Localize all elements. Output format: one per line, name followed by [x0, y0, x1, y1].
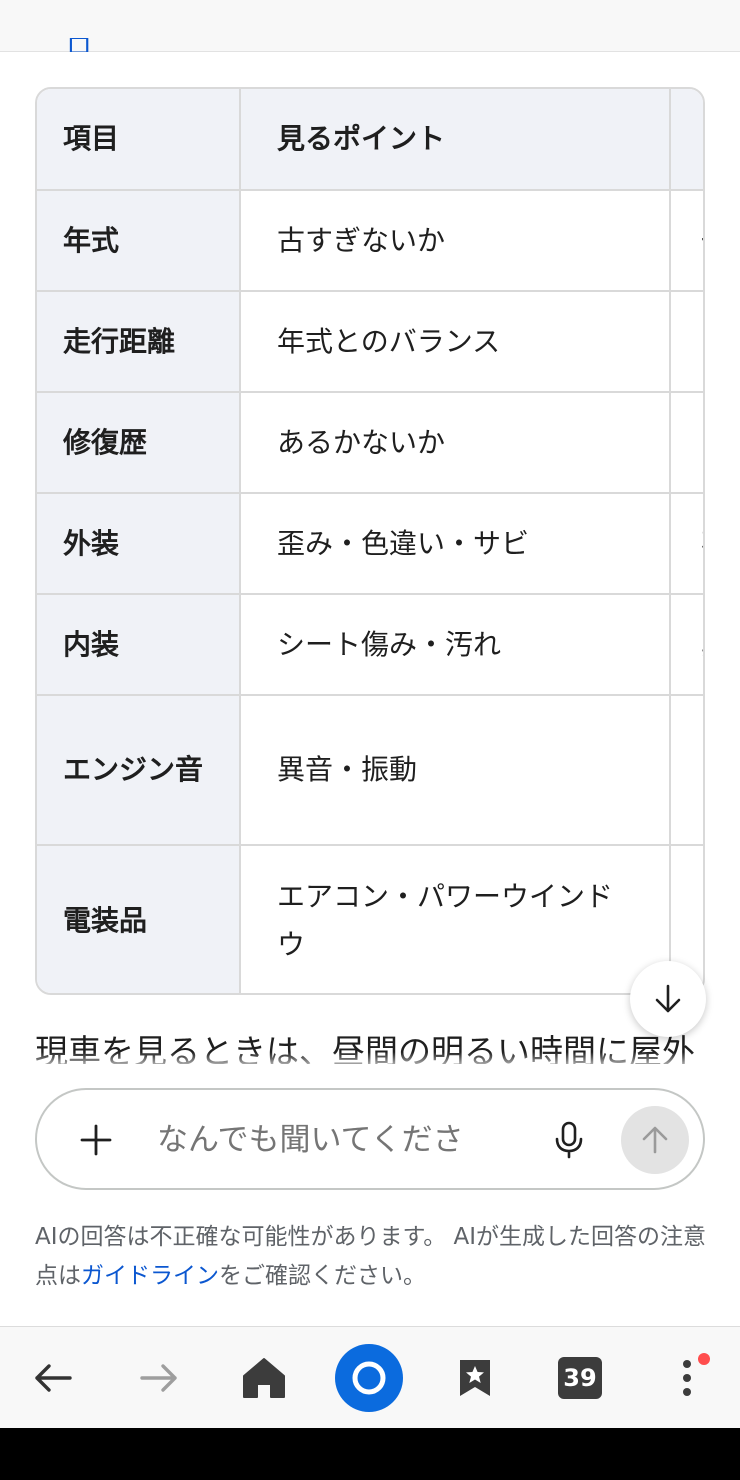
- arrow-up-icon: [642, 1126, 668, 1154]
- tabs-button[interactable]: 39: [546, 1327, 614, 1429]
- checklist-table: 項目 見るポイント 目安 年式 古すぎないか 一般的 走行距離 年式とのバランス…: [37, 89, 703, 993]
- scroll-down-button[interactable]: [630, 961, 706, 1037]
- row-point: エアコン・パワーウインドウ: [240, 845, 671, 993]
- system-navigation-bar: [0, 1428, 740, 1480]
- guideline-link[interactable]: ガイドライン: [81, 1263, 219, 1289]
- table-row: エンジン音 異音・振動 ガタつき: [37, 695, 703, 846]
- assistant-ring-icon: [335, 1344, 403, 1412]
- table-row: 内装 シート傷み・汚れ 異臭: [37, 594, 703, 696]
- ai-assistant-button[interactable]: [334, 1327, 404, 1429]
- header-point: 見るポイント: [240, 89, 671, 191]
- row-guide: ガタつき: [670, 695, 703, 846]
- ai-disclaimer: AIの回答は不正確な可能性があります。 AIが生成した回答の注意点はガイドライン…: [35, 1218, 715, 1296]
- row-label: 内装: [37, 594, 241, 696]
- row-label: 走行距離: [37, 291, 241, 393]
- row-point: シート傷み・汚れ: [240, 594, 671, 696]
- forward-button[interactable]: [126, 1327, 192, 1429]
- table-row: 電装品 エアコン・パワーウインドウ すべて: [37, 845, 703, 993]
- row-label: 外装: [37, 493, 241, 595]
- more-vertical-icon: [683, 1360, 691, 1396]
- row-point: 古すぎないか: [240, 190, 671, 292]
- bookmark-star-icon: [460, 1360, 490, 1396]
- table-row: 年式 古すぎないか 一般的: [37, 190, 703, 292]
- scroll-fade: [0, 1052, 740, 1072]
- plus-icon[interactable]: [79, 1123, 113, 1157]
- send-button[interactable]: [621, 1106, 689, 1174]
- arrow-right-icon: [140, 1364, 177, 1392]
- row-label: エンジン音: [37, 695, 241, 846]
- more-menu-button[interactable]: [664, 1327, 710, 1429]
- disclaimer-text-end: をご確認ください。: [219, 1263, 426, 1289]
- comparison-table[interactable]: 項目 見るポイント 目安 年式 古すぎないか 一般的 走行距離 年式とのバランス…: [35, 87, 705, 995]
- bookmark-button[interactable]: [442, 1327, 508, 1429]
- header-item: 項目: [37, 89, 241, 191]
- row-point: あるかないか: [240, 392, 671, 494]
- row-label: 年式: [37, 190, 241, 292]
- row-guide: 事故歴: [670, 493, 703, 595]
- table-row: 外装 歪み・色違い・サビ 事故歴: [37, 493, 703, 595]
- row-label: 電装品: [37, 845, 241, 993]
- row-guide: 一般的: [670, 190, 703, 292]
- row-guide: できれば: [670, 392, 703, 494]
- back-button[interactable]: [20, 1327, 86, 1429]
- microphone-icon[interactable]: [553, 1120, 585, 1160]
- header-guide: 目安: [670, 89, 703, 191]
- row-point: 歪み・色違い・サビ: [240, 493, 671, 595]
- top-fragment-text: ログ。: [66, 38, 136, 52]
- chat-composer: [35, 1088, 705, 1190]
- table-header-row: 項目 見るポイント 目安: [37, 89, 703, 191]
- row-guide: 異臭: [670, 594, 703, 696]
- browser-toolbar: 39: [0, 1326, 740, 1428]
- tab-count-badge: 39: [558, 1357, 602, 1399]
- arrow-down-icon: [655, 984, 681, 1013]
- row-guide: 1年1万km: [670, 291, 703, 393]
- notification-dot: [698, 1353, 710, 1365]
- arrow-left-icon: [35, 1364, 72, 1392]
- row-point: 異音・振動: [240, 695, 671, 846]
- table-row: 修復歴 あるかないか できれば: [37, 392, 703, 494]
- table-row: 走行距離 年式とのバランス 1年1万km: [37, 291, 703, 393]
- clipped-link-text[interactable]: ログ。: [66, 38, 136, 52]
- home-icon: [243, 1358, 285, 1398]
- row-point: 年式とのバランス: [240, 291, 671, 393]
- top-bar: ログ。: [0, 0, 740, 52]
- home-button[interactable]: [230, 1327, 298, 1429]
- prompt-input[interactable]: [157, 1116, 507, 1164]
- row-label: 修復歴: [37, 392, 241, 494]
